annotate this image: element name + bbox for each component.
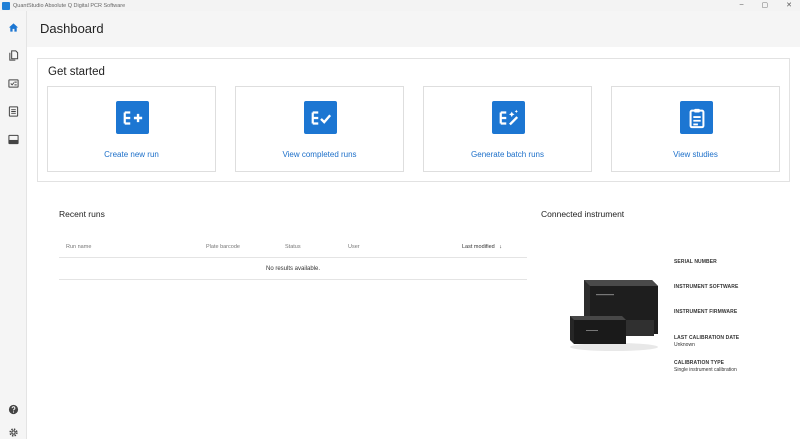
instrument-image bbox=[570, 280, 658, 351]
maximize-button[interactable]: ▢ bbox=[762, 1, 769, 9]
detail-calibration-type: CALIBRATION TYPE Single instrument calib… bbox=[674, 360, 794, 373]
view-studies-card[interactable]: View studies bbox=[611, 86, 780, 172]
detail-label: CALIBRATION TYPE bbox=[674, 360, 725, 366]
table-header: Run name Plate barcode Status User Last … bbox=[59, 238, 527, 258]
sidebar-item-instrument[interactable] bbox=[6, 132, 20, 146]
card-label: View studies bbox=[673, 150, 718, 159]
detail-label: INSTRUMENT FIRMWARE bbox=[674, 309, 738, 315]
sidebar-item-documents[interactable] bbox=[6, 48, 20, 62]
detail-last-calibration-date: LAST CALIBRATION DATE Unknown bbox=[674, 335, 739, 348]
recent-runs-table: Run name Plate barcode Status User Last … bbox=[59, 238, 527, 280]
help-button[interactable] bbox=[6, 402, 20, 416]
card-label: Create new run bbox=[104, 150, 159, 159]
column-status[interactable]: Status bbox=[285, 244, 301, 250]
create-run-icon bbox=[116, 101, 149, 134]
card-label: View completed runs bbox=[282, 150, 357, 159]
detail-label: LAST CALIBRATION DATE bbox=[674, 335, 740, 341]
close-button[interactable]: ✕ bbox=[786, 1, 792, 9]
instrument-icon bbox=[7, 134, 19, 144]
sidebar-item-home[interactable] bbox=[6, 20, 20, 34]
list-icon bbox=[8, 105, 18, 117]
connected-instrument-title: Connected instrument bbox=[541, 209, 625, 219]
detail-instrument-software: INSTRUMENT SOFTWARE bbox=[674, 284, 738, 291]
app-logo-icon bbox=[2, 1, 10, 10]
detail-serial-number: SERIAL NUMBER bbox=[674, 259, 717, 266]
window-titlebar: QuantStudio Absolute Q Digital PCR Softw… bbox=[0, 0, 800, 11]
checklist-icon bbox=[7, 78, 19, 88]
detail-label: INSTRUMENT SOFTWARE bbox=[674, 284, 739, 290]
get-started-title: Get started bbox=[48, 66, 105, 78]
help-icon bbox=[8, 404, 18, 414]
settings-button[interactable] bbox=[6, 425, 20, 439]
detail-label: SERIAL NUMBER bbox=[674, 259, 717, 265]
column-last-modified[interactable]: Last modified ↓ bbox=[462, 244, 502, 250]
detail-value: Unknown bbox=[674, 342, 695, 348]
sidebar-item-list[interactable] bbox=[6, 104, 20, 118]
settings-icon bbox=[8, 427, 18, 437]
home-icon bbox=[8, 22, 18, 32]
column-user[interactable]: User bbox=[348, 244, 360, 250]
view-completed-runs-card[interactable]: View completed runs bbox=[235, 86, 404, 172]
sidebar-item-checklist[interactable] bbox=[6, 76, 20, 90]
studies-icon bbox=[680, 101, 713, 134]
window-title: QuantStudio Absolute Q Digital PCR Softw… bbox=[13, 2, 126, 9]
get-started-panel: Get started Create new run View complete… bbox=[37, 58, 790, 182]
completed-runs-icon bbox=[304, 101, 337, 134]
page-header: Dashboard bbox=[27, 11, 800, 47]
card-label: Generate batch runs bbox=[471, 150, 544, 159]
column-run-name[interactable]: Run name bbox=[66, 244, 91, 250]
generate-batch-runs-card[interactable]: Generate batch runs bbox=[423, 86, 592, 172]
detail-instrument-firmware: INSTRUMENT FIRMWARE bbox=[674, 309, 737, 316]
window-controls: – ▢ ✕ bbox=[740, 1, 792, 9]
recent-runs-title: Recent runs bbox=[59, 209, 105, 219]
column-plate-barcode[interactable]: Plate barcode bbox=[206, 244, 240, 250]
minimize-button[interactable]: – bbox=[740, 1, 744, 9]
column-label: Last modified bbox=[462, 244, 495, 250]
page-title: Dashboard bbox=[40, 21, 104, 36]
create-new-run-card[interactable]: Create new run bbox=[47, 86, 216, 172]
detail-value: Single instrument calibration bbox=[674, 367, 737, 373]
sort-down-icon: ↓ bbox=[499, 244, 502, 250]
documents-icon bbox=[8, 49, 18, 61]
empty-state-message: No results available. bbox=[59, 258, 527, 280]
sidebar bbox=[0, 11, 27, 439]
batch-runs-icon bbox=[492, 101, 525, 134]
